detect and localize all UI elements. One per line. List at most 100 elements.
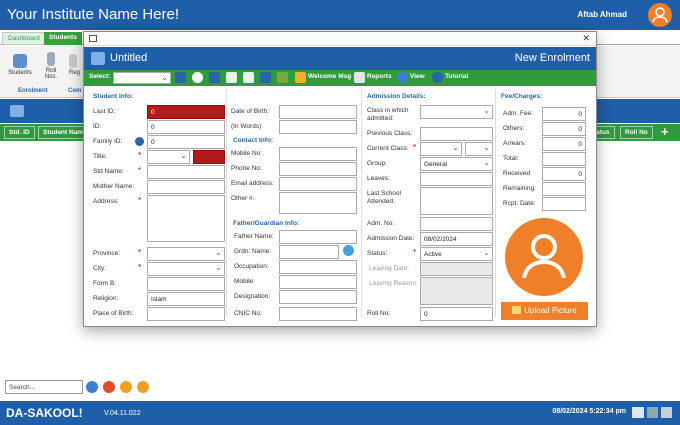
next-record-icon[interactable] bbox=[243, 72, 254, 83]
guardian-name-field[interactable] bbox=[279, 245, 339, 259]
user-icon[interactable] bbox=[647, 407, 658, 418]
leaving-date-field bbox=[420, 262, 493, 276]
adm-no-field[interactable] bbox=[420, 217, 493, 231]
guardian-mobile-label: Mobile: bbox=[234, 278, 255, 285]
reports-icon[interactable] bbox=[354, 72, 365, 83]
previous-record-icon[interactable] bbox=[226, 72, 237, 83]
add-column-icon[interactable]: + bbox=[661, 125, 669, 139]
email-field[interactable] bbox=[279, 177, 357, 191]
family-id-field[interactable]: 0 bbox=[147, 135, 225, 149]
column-roll-no[interactable]: Roll No bbox=[620, 126, 653, 139]
rcpt-date-field[interactable] bbox=[542, 197, 586, 211]
place-of-birth-field[interactable] bbox=[147, 307, 225, 321]
tutorial-icon[interactable] bbox=[432, 72, 443, 83]
last-id-label: Last ID: bbox=[93, 108, 116, 115]
dob-field[interactable] bbox=[279, 105, 357, 119]
roll-nos-button[interactable]: Roll Nos. bbox=[42, 52, 60, 80]
previous-class-field[interactable] bbox=[420, 127, 493, 141]
group-dropdown[interactable]: General bbox=[420, 157, 493, 171]
dob-words-label: (In Words) bbox=[231, 123, 262, 130]
settings-icon[interactable] bbox=[661, 407, 672, 418]
designation-field[interactable] bbox=[279, 290, 357, 304]
datetime-label: 08/02/2024 5:22:34 pm bbox=[552, 408, 626, 415]
student-info-heading: Student Info: bbox=[93, 93, 134, 100]
occupation-label: Occupation: bbox=[234, 263, 269, 270]
religion-field[interactable]: Islam bbox=[147, 292, 225, 306]
view-button[interactable]: View bbox=[410, 73, 425, 80]
province-dropdown[interactable] bbox=[147, 247, 225, 261]
user-name[interactable]: Aftab Ahmad bbox=[578, 10, 627, 19]
title-extra-field[interactable] bbox=[193, 150, 225, 164]
arrears-field[interactable]: 0 bbox=[542, 137, 586, 151]
required-icon: * bbox=[138, 166, 142, 175]
roll-no-field[interactable]: 0 bbox=[420, 307, 493, 321]
search-icon[interactable] bbox=[86, 381, 98, 393]
select-dropdown[interactable] bbox=[113, 72, 171, 84]
students-list-icon bbox=[10, 105, 24, 117]
form-b-label: Form B: bbox=[93, 280, 117, 287]
others-field[interactable]: 0 bbox=[542, 122, 586, 136]
reports-button[interactable]: Reports bbox=[367, 73, 392, 80]
mother-name-label: Mother Name: bbox=[93, 183, 135, 190]
father-name-field[interactable] bbox=[279, 230, 357, 244]
admission-date-label: Admission Date: bbox=[367, 235, 415, 242]
divider bbox=[226, 89, 227, 317]
dob-label: Date of Birth: bbox=[231, 108, 269, 115]
upload-picture-button[interactable]: Upload Picture bbox=[501, 302, 588, 320]
form-b-field[interactable] bbox=[147, 277, 225, 291]
refresh-icon[interactable] bbox=[343, 245, 354, 256]
mobile-no-field[interactable] bbox=[279, 147, 357, 161]
welcome-msg-button[interactable]: Welcome Msg bbox=[308, 73, 351, 80]
std-name-field[interactable] bbox=[147, 165, 225, 179]
user-avatar-icon[interactable] bbox=[648, 3, 672, 27]
tab-dashboard[interactable]: Dashboard bbox=[2, 32, 46, 45]
address-field[interactable] bbox=[147, 195, 225, 242]
rcpt-date-label: Rcpt. Date: bbox=[503, 200, 536, 207]
close-icon[interactable]: ✕ bbox=[582, 33, 590, 44]
others-label: Others: bbox=[503, 125, 525, 132]
arrears-label: Arrears: bbox=[503, 140, 527, 147]
admission-date-field[interactable]: 08/02/2024 bbox=[420, 232, 493, 246]
id-field[interactable]: 0 bbox=[147, 120, 225, 134]
search-input[interactable]: Search... bbox=[5, 380, 83, 394]
ribbon-group-enrolment: Enrolment bbox=[18, 88, 48, 94]
city-dropdown[interactable] bbox=[147, 262, 225, 276]
last-record-icon[interactable] bbox=[260, 72, 271, 83]
column-std-id[interactable]: Std. ID bbox=[4, 126, 35, 139]
dob-words-field[interactable] bbox=[279, 120, 357, 134]
status-dropdown[interactable]: Active bbox=[420, 247, 493, 261]
received-field[interactable]: 0 bbox=[542, 167, 586, 181]
class-admitted-dropdown[interactable] bbox=[420, 105, 493, 119]
students-button[interactable]: Students bbox=[6, 54, 34, 76]
mother-name-field[interactable] bbox=[147, 180, 225, 194]
info-icon[interactable] bbox=[135, 137, 144, 146]
welcome-msg-icon[interactable] bbox=[295, 72, 306, 83]
title-dropdown[interactable] bbox=[147, 150, 190, 164]
adm-fee-field[interactable]: 0 bbox=[542, 107, 586, 121]
current-class-dropdown[interactable] bbox=[420, 142, 462, 156]
register-button[interactable]: Reg bbox=[69, 54, 83, 76]
other-contact-label: Other #: bbox=[231, 195, 255, 202]
last-school-field[interactable] bbox=[420, 187, 493, 215]
required-icon: * bbox=[138, 196, 142, 205]
arrow-down-icon[interactable] bbox=[137, 381, 149, 393]
tutorial-button[interactable]: Tutorial bbox=[445, 73, 468, 80]
print-icon[interactable] bbox=[277, 72, 288, 83]
section-dropdown[interactable] bbox=[465, 142, 493, 156]
add-icon[interactable] bbox=[192, 72, 203, 83]
brand-name: DA-SAKOOL! bbox=[6, 406, 83, 420]
printer-icon[interactable] bbox=[632, 407, 644, 418]
phone-no-field[interactable] bbox=[279, 162, 357, 176]
save-icon[interactable] bbox=[175, 72, 186, 83]
view-icon[interactable] bbox=[397, 72, 408, 83]
clear-icon[interactable] bbox=[103, 381, 115, 393]
cnic-field[interactable] bbox=[279, 307, 357, 321]
other-contact-field[interactable] bbox=[279, 192, 357, 214]
arrow-up-icon[interactable] bbox=[120, 381, 132, 393]
occupation-field[interactable] bbox=[279, 260, 357, 274]
first-record-icon[interactable] bbox=[209, 72, 220, 83]
guardian-mobile-field[interactable] bbox=[279, 275, 357, 289]
leaves-field[interactable] bbox=[420, 172, 493, 186]
leaving-date-label: Leaving Date: bbox=[369, 265, 410, 272]
tab-students[interactable]: Students bbox=[44, 32, 82, 45]
